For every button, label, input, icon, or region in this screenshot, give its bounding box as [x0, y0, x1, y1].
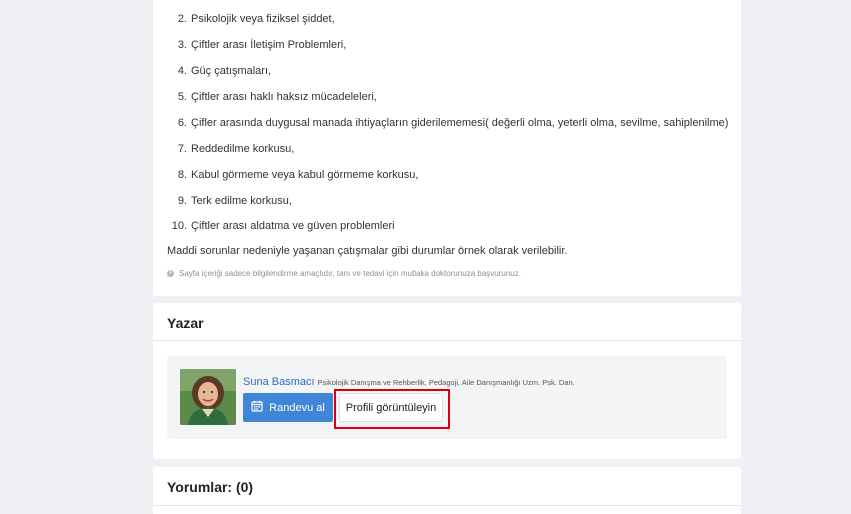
- divider: [153, 505, 741, 506]
- list-item: 9. Terk edilme korkusu,: [177, 195, 292, 207]
- list-item: 7. Reddedilme korkusu,: [177, 143, 295, 155]
- avatar[interactable]: [180, 369, 236, 425]
- list-item: 4. Güç çatışmaları,: [177, 65, 272, 77]
- appointment-button-label: Randevu al: [269, 401, 325, 414]
- article-card: 2. Psikolojik veya fiziksel şiddet, 3. Çif…: [153, 0, 741, 296]
- list-item: 3. Çiftler arası İletişim Problemleri,: [177, 39, 347, 51]
- disclaimer-text: Sayfa içeriği sadece bilgilendirme amaçl…: [179, 269, 521, 278]
- author-name-link[interactable]: Suna Basmacı: [243, 376, 315, 388]
- appointment-button[interactable]: Randevu al: [243, 393, 333, 422]
- author-section-title: Yazar: [167, 315, 204, 331]
- author-card: Yazar Suna Basmacı Psikolojik Danışma ve …: [153, 303, 741, 459]
- list-item: 2. Psikolojik veya fiziksel şiddet,: [177, 13, 335, 25]
- highlight-box: [334, 389, 450, 429]
- avatar-image: [180, 369, 236, 425]
- list-item: 10. Çiftler arası aldatma ve güven proble…: [171, 220, 395, 232]
- list-item: 6. Çifler arasında duygusal manada ihtiya…: [177, 117, 729, 129]
- info-icon: i: [167, 270, 174, 277]
- list-item: 8. Kabul görmeme veya kabul görmeme korku…: [177, 169, 419, 181]
- author-info: Suna Basmacı Psikolojik Danışma ve Rehber…: [243, 372, 575, 390]
- disclaimer: i Sayfa içeriği sadece bilgilendirme ama…: [167, 269, 521, 278]
- comments-section-title: Yorumlar: (0): [167, 479, 254, 495]
- closing-paragraph: Maddi sorunlar nedeniyle yaşanan çatışma…: [167, 245, 568, 257]
- list-item: 5. Çiftler arası haklı haksız mücadeleler…: [177, 91, 377, 103]
- comments-card: Yorumlar: (0): [153, 467, 741, 514]
- author-description: Psikolojik Danışma ve Rehberlik, Pedagoj…: [317, 378, 575, 387]
- divider: [153, 340, 741, 341]
- calendar-icon: [251, 400, 263, 415]
